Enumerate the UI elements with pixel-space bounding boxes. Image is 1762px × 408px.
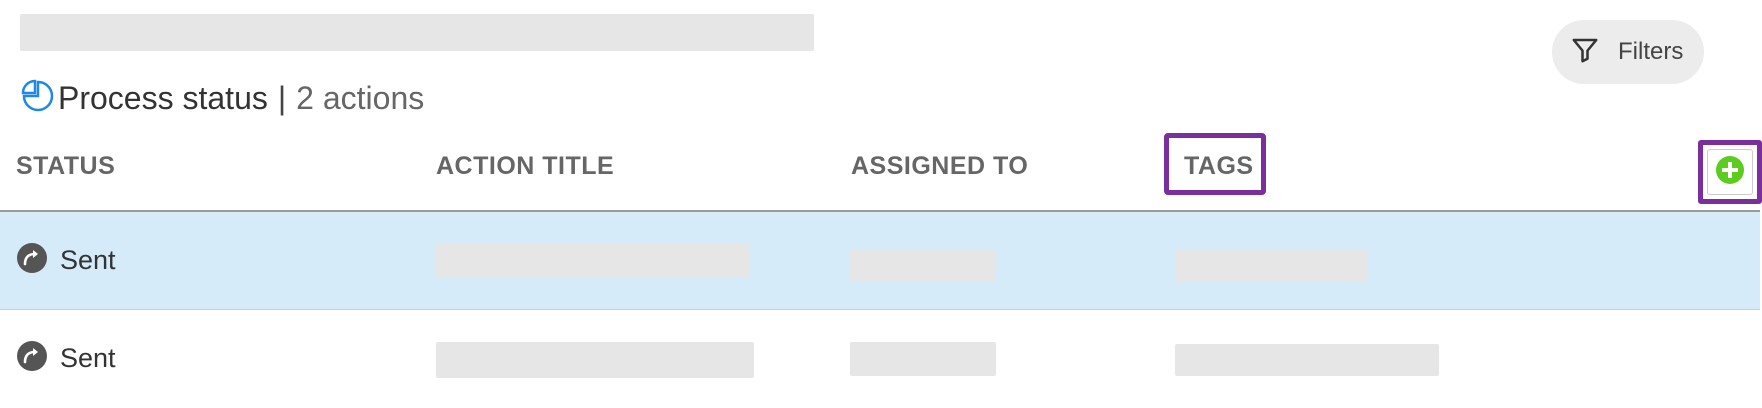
funnel-icon [1570, 35, 1600, 70]
pie-chart-icon [20, 78, 56, 119]
add-column-button[interactable] [1698, 140, 1762, 204]
action-title-placeholder [436, 244, 750, 278]
assigned-to-placeholder [850, 342, 996, 376]
tags-placeholder [1175, 250, 1367, 282]
forward-arrow-icon [16, 242, 48, 279]
column-header-assigned-to[interactable]: ASSIGNED TO [851, 152, 1028, 181]
table-row[interactable]: Sent [0, 212, 1760, 310]
table-row[interactable]: Sent [0, 310, 1760, 408]
action-title-placeholder [436, 342, 754, 378]
title-placeholder [20, 14, 814, 51]
status-label: Sent [60, 244, 116, 275]
plus-circle-icon [1715, 155, 1745, 190]
process-status-header: Process status | 2 actions [20, 78, 424, 118]
tags-highlight-box [1164, 133, 1266, 195]
status-label: Sent [60, 342, 116, 373]
action-count: 2 actions [296, 79, 425, 116]
add-column-inner [1707, 149, 1753, 195]
filters-button[interactable]: Filters [1552, 20, 1704, 84]
separator: | [277, 79, 287, 116]
column-header-action-title[interactable]: ACTION TITLE [436, 152, 614, 181]
column-header-status[interactable]: STATUS [16, 152, 115, 181]
status-cell: Sent [16, 240, 116, 280]
process-status-label: Process status [58, 79, 268, 116]
assigned-to-placeholder [850, 250, 996, 282]
status-cell: Sent [16, 338, 116, 378]
tags-placeholder [1175, 344, 1439, 376]
forward-arrow-icon [16, 340, 48, 377]
filters-label: Filters [1618, 38, 1684, 65]
